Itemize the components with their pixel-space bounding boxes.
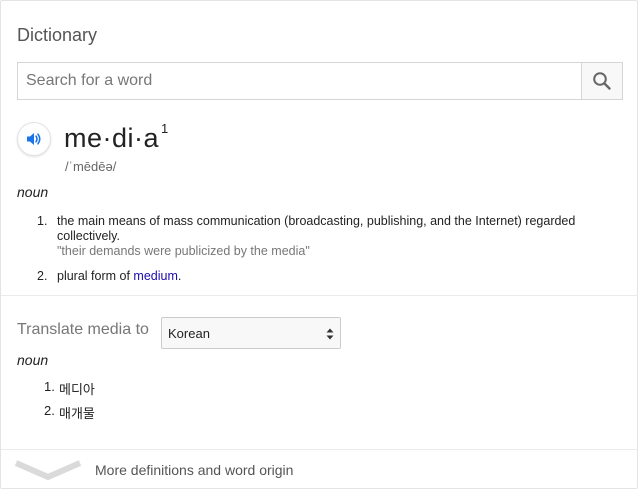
translate-label: Translate media to <box>17 321 149 338</box>
translation-number: 1. <box>44 379 55 394</box>
homograph-number: 1 <box>161 121 169 136</box>
headword: me·di·a 1 <box>64 121 169 154</box>
definition-number: 2. <box>37 269 48 283</box>
definition-punctuation: . <box>177 269 182 283</box>
translation-text: 매개물 <box>59 406 95 421</box>
select-arrows-icon <box>326 328 334 340</box>
definition-text: the main means of mass communication (br… <box>57 214 617 259</box>
phonetic-spelling: /ˈmēdēə/ <box>65 159 117 174</box>
panel-title: Dictionary <box>17 25 98 45</box>
part-of-speech: noun <box>17 184 49 200</box>
dictionary-card: Dictionary me·di·a1 /ˈmēdēə/ noun 1. the… <box>0 0 638 489</box>
definition-body: the main means of mass communication (br… <box>57 214 576 243</box>
search-input[interactable] <box>18 63 581 99</box>
more-definitions-button[interactable]: More definitions and word origin <box>1 450 638 490</box>
translation-text: 메디아 <box>59 382 95 397</box>
medium-link[interactable]: medium <box>133 269 177 283</box>
headword-text: me·di·a <box>64 123 160 153</box>
language-select[interactable]: Korean <box>161 317 341 349</box>
search-icon <box>593 72 611 90</box>
chevron-down-icon <box>15 460 81 481</box>
pronunciation-button[interactable] <box>17 122 51 156</box>
translation-part-of-speech: noun <box>17 352 49 368</box>
definition-item: 2. plural form of medium. <box>1 269 621 285</box>
definition-item: 1. the main means of mass communication … <box>1 214 621 264</box>
language-select-value: Korean <box>168 325 210 341</box>
more-definitions-label: More definitions and word origin <box>95 462 294 478</box>
definition-number: 1. <box>37 214 48 228</box>
search-button[interactable] <box>581 63 622 99</box>
search-box <box>17 62 623 100</box>
definition-example: "their demands were publicized by the me… <box>57 244 310 258</box>
speaker-icon <box>27 133 41 145</box>
translation-number: 2. <box>44 403 55 418</box>
definition-body: plural form of <box>57 269 134 283</box>
section-divider <box>1 295 638 296</box>
definition-text: plural form of medium. <box>57 269 617 284</box>
